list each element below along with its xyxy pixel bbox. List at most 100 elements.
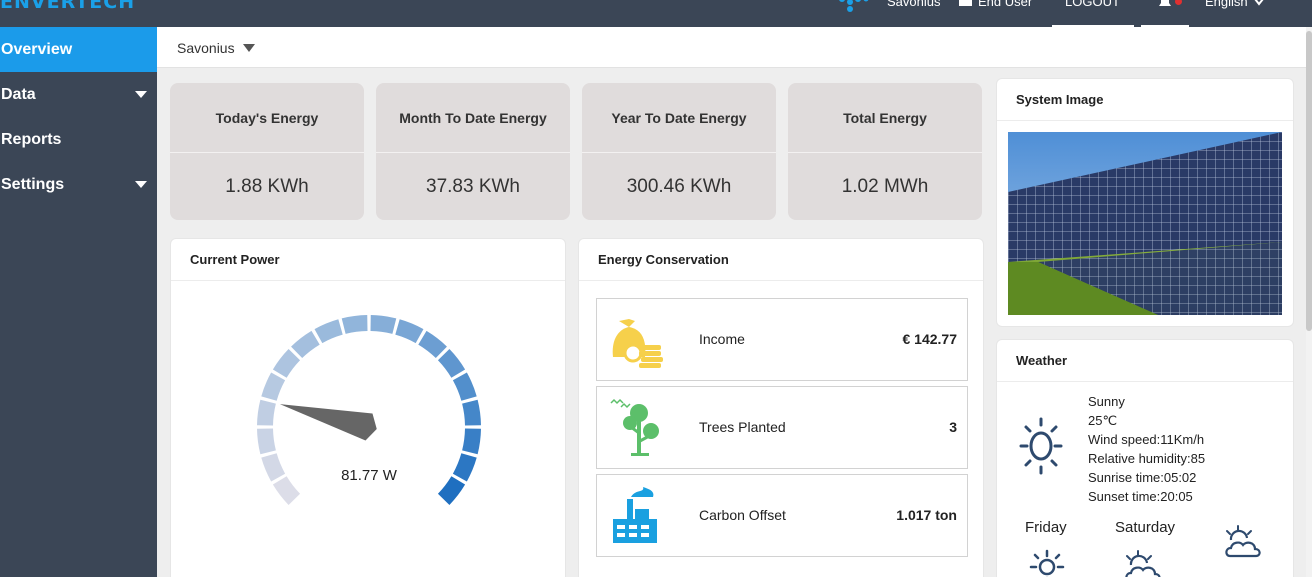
card-title: Weather: [997, 340, 1293, 382]
gauge-segment: [395, 319, 424, 344]
gauge-segment: [341, 315, 368, 334]
divider: [376, 152, 570, 153]
language-label: English: [1205, 0, 1248, 9]
row-label: Trees Planted: [699, 419, 786, 435]
divider: [582, 152, 776, 153]
kpi-today-energy: Today's Energy 1.88 KWh: [170, 83, 364, 220]
current-power-card: Current Power 81.77 W: [170, 238, 566, 577]
partly-cloudy-icon: [1124, 549, 1166, 577]
plant-bar: Savonius: [157, 27, 1306, 68]
plant-select[interactable]: Savonius: [177, 40, 255, 56]
gauge-segment: [462, 428, 481, 455]
sidebar-item-label: Data: [1, 85, 36, 103]
gauge-segment: [370, 315, 397, 334]
gauge-segment: [272, 476, 301, 505]
bell-icon[interactable]: [1157, 0, 1173, 13]
caret-down-icon: [135, 91, 147, 98]
page-scrollbar[interactable]: [1306, 27, 1312, 577]
row-value: 3: [949, 419, 957, 435]
energy-conservation-card: Energy Conservation Income € 142.77 Tree…: [578, 238, 984, 577]
gauge-segment: [272, 349, 301, 378]
kpi-title: Total Energy: [843, 109, 927, 126]
list-item-trees: Trees Planted 3: [596, 386, 968, 469]
gauge-segment: [314, 319, 343, 344]
system-image-card: System Image: [996, 78, 1294, 327]
card-title: Current Power: [171, 239, 565, 281]
card-title: System Image: [997, 79, 1293, 121]
weather-temperature: 25℃: [1088, 413, 1118, 428]
sun-icon: [1018, 415, 1064, 482]
sidebar: Overview Data Reports Settings: [0, 27, 157, 577]
plant-link[interactable]: Savonius: [887, 0, 940, 9]
gauge-segment: [261, 453, 286, 482]
card-title: Energy Conservation: [579, 239, 983, 281]
sidebar-item-overview[interactable]: Overview: [0, 27, 157, 72]
factory-icon: [609, 485, 669, 547]
plant-select-value: Savonius: [177, 40, 235, 56]
partly-cloudy-icon: [1224, 524, 1266, 565]
weather-condition: Sunny: [1088, 394, 1125, 409]
kpi-year-energy: Year To Date Energy 300.46 KWh: [582, 83, 776, 220]
power-gauge: 81.77 W: [171, 282, 565, 577]
language-select[interactable]: English: [1205, 0, 1264, 9]
sidebar-item-settings[interactable]: Settings: [0, 162, 157, 207]
gauge-segment: [452, 453, 477, 482]
solar-panel-image: [1008, 132, 1282, 315]
row-value: € 142.77: [902, 331, 958, 347]
logout-button[interactable]: LOGOUT: [1065, 0, 1120, 9]
kpi-value: 300.46 KWh: [626, 175, 732, 197]
kpi-month-energy: Month To Date Energy 37.83 KWh: [376, 83, 570, 220]
kpi-title: Today's Energy: [215, 109, 319, 126]
sidebar-item-label: Overview: [1, 40, 73, 58]
row-label: Carbon Offset: [699, 507, 786, 523]
list-item-carbon: Carbon Offset 1.017 ton: [596, 474, 968, 557]
money-bag-icon: [609, 309, 669, 371]
gauge-segment: [291, 330, 320, 359]
gauge-segment: [257, 399, 276, 426]
kpi-value: 1.88 KWh: [225, 175, 309, 197]
power-value: 81.77 W: [341, 467, 398, 484]
weather-details: Sunny 25℃ Wind speed:11Km/h Relative hum…: [1088, 392, 1205, 506]
user-menu-label: End User: [978, 0, 1033, 9]
forecast-day-friday: Friday: [1025, 519, 1067, 536]
gauge-segment: [462, 399, 481, 426]
chevron-down-icon: [1254, 0, 1264, 9]
gauge-segment: [418, 330, 447, 359]
top-bar: ENVERTECH Savonius End User LOGOUT Engli…: [0, 0, 1312, 27]
sidebar-item-data[interactable]: Data: [0, 72, 157, 117]
plant-link-label: Savonius: [887, 0, 941, 9]
gauge-segment: [452, 372, 477, 401]
sidebar-item-label: Settings: [1, 175, 65, 193]
scrollbar-thumb[interactable]: [1306, 31, 1312, 331]
sidebar-item-label: Reports: [1, 130, 62, 148]
caret-down-icon: [242, 44, 255, 52]
row-value: 1.017 ton: [896, 507, 957, 523]
sun-icon: [1029, 549, 1065, 577]
gauge-segment: [261, 372, 286, 401]
kpi-title: Month To Date Energy: [399, 109, 547, 126]
divider: [170, 152, 364, 153]
logout-label: LOGOUT: [1065, 0, 1120, 9]
brand-logo: ENVERTECH: [0, 0, 136, 13]
kpi-value: 37.83 KWh: [426, 175, 520, 197]
weather-humidity: Relative humidity:85: [1088, 451, 1206, 466]
forecast-day-saturday: Saturday: [1115, 519, 1176, 536]
weather-sunrise: Sunrise time:05:02: [1088, 470, 1197, 485]
weather-card: Weather Sunny 25℃ Wind speed:11Km/h Rela…: [996, 339, 1294, 577]
weather-wind: Wind speed:11Km/h: [1088, 432, 1205, 447]
list-item-income: Income € 142.77: [596, 298, 968, 381]
kpi-total-energy: Total Energy 1.02 MWh: [788, 83, 982, 220]
weather-sunset: Sunset time:20:05: [1088, 489, 1193, 504]
sidebar-item-reports[interactable]: Reports: [0, 117, 157, 162]
kpi-title: Year To Date Energy: [611, 109, 747, 126]
notification-badge: [1175, 0, 1182, 5]
tree-icon: [609, 397, 669, 459]
divider: [788, 152, 982, 153]
user-icon: [959, 0, 972, 9]
plant-icon: [836, 0, 876, 14]
gauge-segment: [437, 476, 466, 505]
power-gauge-svg: 81.77 W: [257, 315, 481, 505]
gauge-segment: [437, 349, 466, 378]
kpi-value: 1.02 MWh: [841, 175, 929, 197]
user-menu[interactable]: End User: [959, 0, 1032, 9]
